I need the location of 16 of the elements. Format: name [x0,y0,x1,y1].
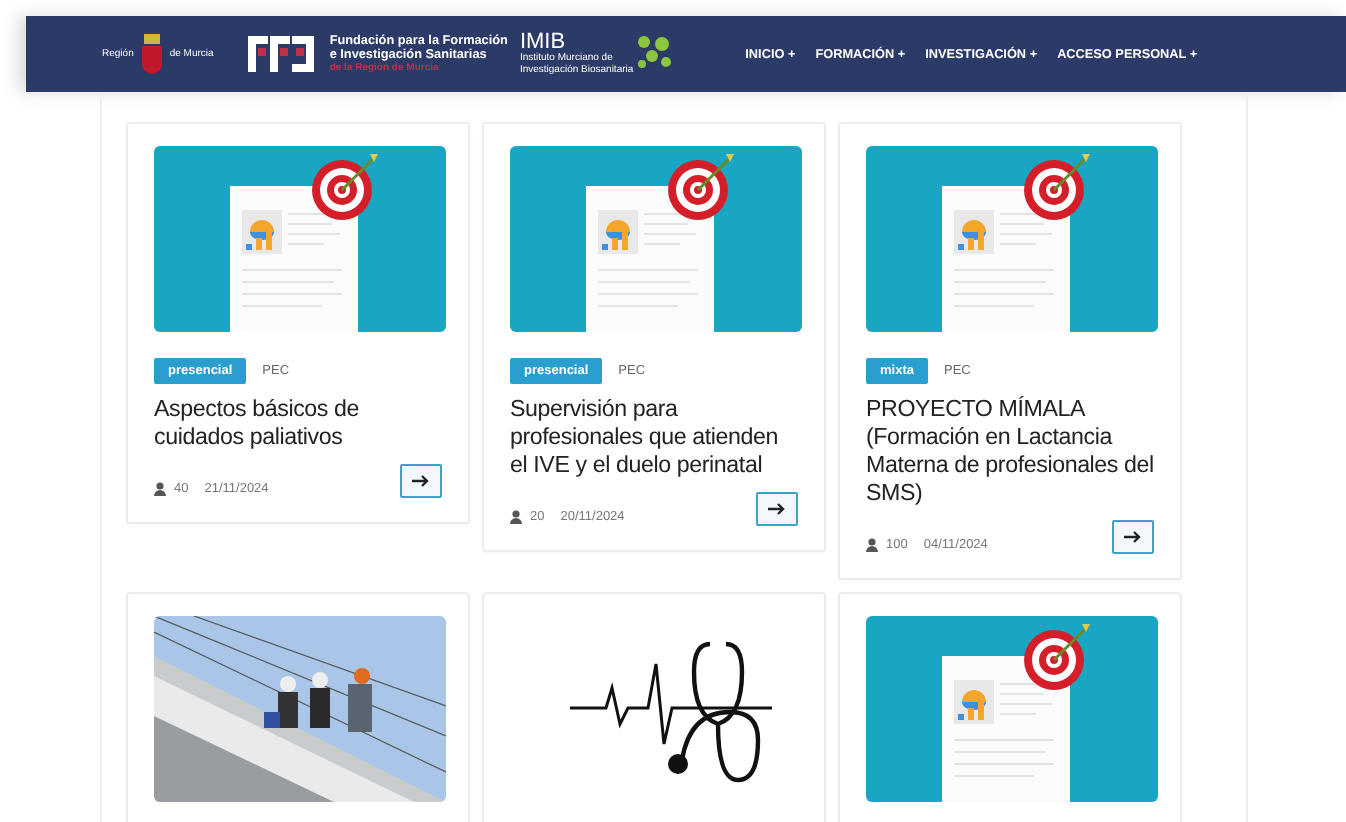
molecule-icon [633,34,674,74]
arrow-right-icon [768,502,786,516]
open-course-button[interactable] [400,464,442,498]
imib-logo-text: IMIB [519,32,566,54]
foundation-logo-icon [247,32,314,76]
course-title: Aspectos básicos de cuidados paliativos [154,396,362,452]
arrow-right-icon [412,474,430,488]
coat-of-arms-icon [139,32,164,76]
person-icon [154,482,166,496]
open-course-button[interactable] [1112,520,1154,554]
person-icon [866,538,878,552]
person-icon [510,510,522,524]
course-title: PROYECTO MÍMALA (Formación en Lactancia Materna de profesionales del SMS) [866,396,1154,508]
arrow-right-icon [1124,530,1142,544]
open-course-button[interactable] [756,492,798,526]
course-title: Supervisión para profesionales que atienden el IVE y el duelo perinatal [510,396,781,480]
